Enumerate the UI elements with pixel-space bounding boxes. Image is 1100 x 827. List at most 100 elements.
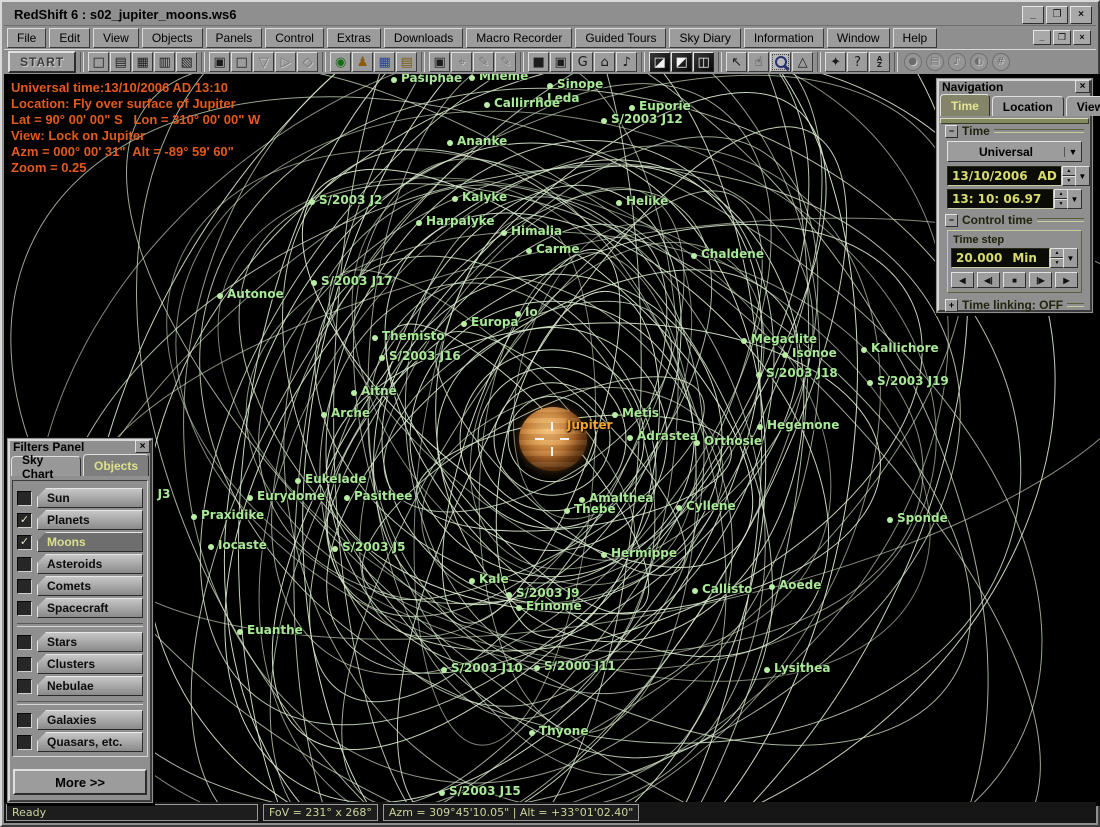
time-linking-expand-button[interactable]: +	[945, 299, 958, 312]
moon-label-pasiphae[interactable]: Pasiphae	[401, 74, 462, 85]
zoom-tool-icon[interactable]	[770, 52, 791, 72]
moon-label-europa[interactable]: Europa	[471, 315, 519, 329]
step-dropdown-button[interactable]: ▼	[1063, 248, 1078, 268]
moon-label-cyllene[interactable]: Cyllene	[686, 499, 736, 513]
date-field[interactable]: 13/10/2006 AD	[947, 166, 1062, 186]
step-up-button[interactable]: ▲	[1050, 248, 1064, 258]
moon-label-euanthe[interactable]: Euanthe	[247, 623, 303, 637]
moon-label-lysithea[interactable]: Lysithea	[774, 661, 830, 675]
time-system-select[interactable]: Universal ▼	[947, 141, 1082, 162]
moon-label-praxidike[interactable]: Praxidike	[201, 508, 264, 522]
multi-window-icon[interactable]: ▦	[374, 52, 395, 72]
moon-label-s-2003-j12[interactable]: S/2003 J12	[611, 112, 683, 126]
moon-label-s-2000-j11[interactable]: S/2000 J11	[544, 659, 616, 673]
print-icon[interactable]: ▥	[154, 52, 175, 72]
moon-label-callirrhoe[interactable]: Callirrhoe	[494, 96, 560, 110]
moon-label-thyone[interactable]: Thyone	[539, 724, 588, 738]
moon-label-carme[interactable]: Carme	[536, 242, 579, 256]
tab-sky-chart[interactable]: Sky Chart	[11, 456, 81, 476]
moon-label-themisto[interactable]: Themisto	[382, 329, 445, 343]
time-collapse-button[interactable]: −	[945, 125, 958, 138]
maximize-button[interactable]: ❐	[1046, 6, 1068, 24]
moon-label-s-2003-j5[interactable]: S/2003 J5	[342, 540, 405, 554]
play-forward-button[interactable]: ▶	[1055, 272, 1078, 288]
open-icon[interactable]: ▤	[110, 52, 131, 72]
moon-label-himalia[interactable]: Himalia	[511, 224, 562, 238]
menu-view[interactable]: View	[93, 28, 139, 48]
menu-macro-recorder[interactable]: Macro Recorder	[466, 28, 572, 48]
menu-control[interactable]: Control	[265, 28, 324, 48]
time-up-button[interactable]: ▲	[1054, 189, 1068, 199]
menu-guided-tours[interactable]: Guided Tours	[575, 28, 666, 48]
moon-label-euporie[interactable]: Euporie	[639, 99, 691, 113]
start-button[interactable]: START	[8, 51, 76, 73]
moon-label-arche[interactable]: Arche	[331, 406, 370, 420]
telescope-control-icon[interactable]: ⌖	[451, 52, 472, 72]
menu-extras[interactable]: Extras	[327, 28, 381, 48]
time-field[interactable]: 13: 10: 06.97	[947, 189, 1054, 209]
mirror-view-icon[interactable]: ◇	[297, 52, 318, 72]
moon-label-hermippe[interactable]: Hermippe	[611, 546, 677, 560]
frame-counter-icon[interactable]: #	[990, 52, 1011, 72]
moon-label-eurydome[interactable]: Eurydome	[257, 489, 325, 503]
menu-information[interactable]: Information	[744, 28, 824, 48]
moon-label-pasithee[interactable]: Pasithee	[354, 489, 412, 503]
moon-label-harpalyke[interactable]: Harpalyke	[426, 214, 494, 228]
instrument-a-icon[interactable]: ✎	[473, 52, 494, 72]
moon-label-s-2003-j19[interactable]: S/2003 J19	[877, 374, 949, 388]
home-view-icon[interactable]: ⌂	[594, 52, 615, 72]
movie-sound-icon[interactable]: ♪	[946, 52, 967, 72]
date-dropdown-button[interactable]: ▼	[1075, 166, 1090, 186]
white-sky-icon[interactable]: □	[231, 52, 252, 72]
menu-sky-diary[interactable]: Sky Diary	[669, 28, 740, 48]
moon-label-sponde[interactable]: Sponde	[897, 511, 948, 525]
moon-label-aoede[interactable]: Aoede	[779, 578, 821, 592]
photo-gallery-icon[interactable]: ▣	[550, 52, 571, 72]
movie-clock-icon[interactable]: ◐	[968, 52, 989, 72]
moon-label-metis[interactable]: Metis	[622, 406, 659, 420]
sky-mode-2-icon[interactable]: ◩	[671, 52, 692, 72]
navigation-close-button[interactable]: ×	[1075, 80, 1090, 93]
moon-label-ananke[interactable]: Ananke	[457, 134, 507, 148]
time-down-button[interactable]: ▼	[1054, 199, 1068, 209]
tab-objects[interactable]: Objects	[83, 454, 149, 476]
print-preview-icon[interactable]: ▧	[176, 52, 197, 72]
save-icon[interactable]: ▦	[132, 52, 153, 72]
flip-vertical-icon[interactable]: ▽	[253, 52, 274, 72]
moon-label-s-2003-j15[interactable]: S/2003 J15	[449, 784, 521, 798]
filmstrip-icon[interactable]: ▤	[924, 52, 945, 72]
jupiter-label[interactable]: Jupiter	[567, 418, 613, 432]
pan-hand-icon[interactable]: ☝	[748, 52, 769, 72]
moon-label-mneme[interactable]: Mneme	[479, 74, 528, 83]
menu-help[interactable]: Help	[893, 28, 938, 48]
tab-time[interactable]: Time	[940, 94, 990, 116]
flip-horizontal-icon[interactable]: ▷	[275, 52, 296, 72]
report-settings-icon[interactable]: ▤	[396, 52, 417, 72]
moon-label-megaclite[interactable]: Megaclite	[751, 332, 817, 346]
stop-button[interactable]: ■	[1003, 272, 1026, 288]
moon-label-kale[interactable]: Kale	[479, 572, 509, 586]
menu-objects[interactable]: Objects	[142, 28, 203, 48]
moon-label-s-2003-j18[interactable]: S/2003 J18	[766, 366, 838, 380]
select-arrow-icon[interactable]: ↖	[726, 52, 747, 72]
instrument-b-icon[interactable]: ✎	[495, 52, 516, 72]
help-book-icon[interactable]: ?	[847, 52, 868, 72]
moon-label-eukelade[interactable]: Eukelade	[305, 472, 366, 486]
moon-label-sinope[interactable]: Sinope	[557, 77, 603, 91]
date-up-button[interactable]: ▲	[1062, 166, 1076, 176]
tab-view[interactable]: View	[1066, 96, 1100, 116]
moon-label-s-2003-j17[interactable]: S/2003 J17	[321, 274, 393, 288]
moon-label-aitne[interactable]: Aitne	[361, 384, 397, 398]
moon-label-chaldene[interactable]: Chaldene	[701, 247, 764, 261]
control-time-collapse-button[interactable]: −	[945, 214, 958, 227]
moon-label-hegemone[interactable]: Hegemone	[767, 418, 839, 432]
moon-label-orthosie[interactable]: Orthosie	[704, 434, 762, 448]
flashlight-icon[interactable]: ✦	[825, 52, 846, 72]
sound-mute-icon[interactable]: ♪	[616, 52, 637, 72]
moon-label-s-2003-j16[interactable]: S/2003 J16	[389, 349, 461, 363]
moon-label-autonoe[interactable]: Autonoe	[227, 287, 284, 301]
minimize-button[interactable]: _	[1022, 6, 1044, 24]
time-dropdown-button[interactable]: ▼	[1067, 189, 1082, 209]
record-movie-icon[interactable]: ●	[902, 52, 923, 72]
menu-panels[interactable]: Panels	[206, 28, 263, 48]
